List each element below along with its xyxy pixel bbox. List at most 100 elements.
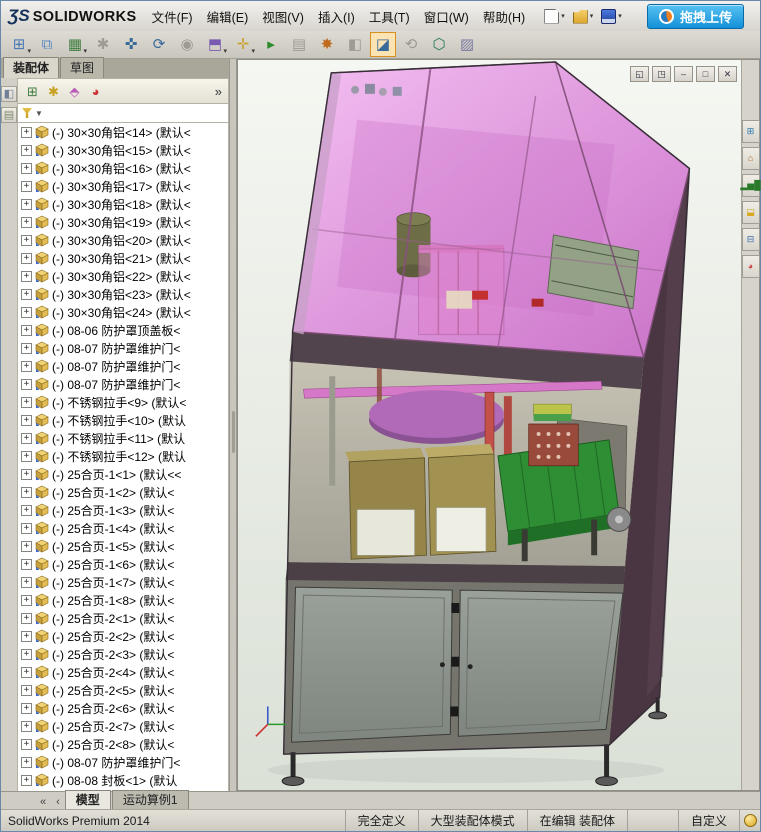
machine-model[interactable] xyxy=(281,61,691,787)
expand-icon[interactable]: + xyxy=(21,612,32,624)
tree-item[interactable]: + (-) 25合页-1<7> (默认< xyxy=(18,573,228,591)
tree-item[interactable]: + (-) 25合页-2<6> (默认< xyxy=(18,699,228,717)
dropdown-caret-icon[interactable]: ▾ xyxy=(251,47,255,55)
tree-item[interactable]: + (-) 25合页-1<6> (默认< xyxy=(18,555,228,573)
file-explorer-icon[interactable]: ⬓ xyxy=(741,201,760,224)
tree-item[interactable]: + (-) 30×30角铝<14> (默认< xyxy=(18,123,228,141)
appearances-icon[interactable]: ◕ xyxy=(741,255,760,278)
design-library-icon[interactable]: ⌂ xyxy=(741,147,760,170)
expand-icon[interactable]: + xyxy=(21,774,32,786)
menu-item[interactable]: 工具(T) xyxy=(362,3,417,30)
menu-item[interactable]: 帮助(H) xyxy=(476,3,532,30)
dropdown-caret-icon[interactable]: ▾ xyxy=(590,12,594,20)
tree-item[interactable]: + (-) 30×30角铝<23> (默认< xyxy=(18,285,228,303)
splitter-grip[interactable] xyxy=(232,411,235,453)
displaymanager-icon[interactable]: ◕ xyxy=(85,81,106,101)
tree-item[interactable]: + (-) 不锈钢拉手<10> (默认 xyxy=(18,411,228,429)
expand-icon[interactable]: + xyxy=(21,432,32,444)
expand-icon[interactable]: + xyxy=(21,396,32,408)
study-nav-button[interactable]: ‹ xyxy=(51,796,65,809)
filter-field[interactable] xyxy=(45,107,224,119)
expand-icon[interactable]: + xyxy=(21,594,32,606)
menu-item[interactable]: 编辑(E) xyxy=(200,3,256,30)
linear-component-pattern-icon[interactable]: ▦ ▾ xyxy=(62,32,88,57)
assembly-features-icon[interactable]: ⬒ ▾ xyxy=(202,32,228,57)
expand-icon[interactable]: + xyxy=(21,162,32,174)
instant3d-icon[interactable]: ◧ xyxy=(342,32,368,57)
bill-of-materials-icon[interactable]: ▤ xyxy=(286,32,312,57)
tree-item[interactable]: + (-) 25合页-2<1> (默认< xyxy=(18,609,228,627)
expand-icon[interactable]: + xyxy=(21,684,32,696)
expand-icon[interactable]: + xyxy=(21,360,32,372)
tree-item[interactable]: + (-) 08-07 防护罩维护门< xyxy=(18,375,228,393)
menu-item[interactable]: 视图(V) xyxy=(255,3,311,30)
next-window-icon[interactable]: ◳ xyxy=(652,66,671,82)
new-document-icon[interactable]: ▾ xyxy=(542,7,567,26)
expand-icon[interactable]: + xyxy=(21,234,32,246)
restore-button[interactable]: □ xyxy=(696,66,715,82)
expand-icon[interactable]: + xyxy=(21,756,32,768)
dropdown-caret-icon[interactable]: ▾ xyxy=(561,12,565,20)
dropdown-caret-icon[interactable]: ▾ xyxy=(83,47,87,55)
tree-item[interactable]: + (-) 25合页-1<8> (默认< xyxy=(18,591,228,609)
mate-icon[interactable]: ⧉ xyxy=(34,32,60,57)
expand-icon[interactable]: + xyxy=(21,504,32,516)
dropdown-caret-icon[interactable]: ▾ xyxy=(618,12,622,20)
tree-item[interactable]: + (-) 25合页-1<1> (默认<< xyxy=(18,465,228,483)
tree-item[interactable]: + (-) 08-07 防护罩维护门< xyxy=(18,339,228,357)
study-nav-button[interactable]: « xyxy=(35,796,51,809)
tree-item[interactable]: + (-) 30×30角铝<19> (默认< xyxy=(18,213,228,231)
filter-caret-icon[interactable]: ▼ xyxy=(35,109,43,118)
expand-icon[interactable]: + xyxy=(21,630,32,642)
close-button[interactable]: ✕ xyxy=(718,66,737,82)
menu-item[interactable]: 插入(I) xyxy=(311,3,362,30)
collapse-pane-icon[interactable]: ◧ xyxy=(1,86,17,102)
expand-icon[interactable]: + xyxy=(21,324,32,336)
tree-item[interactable]: + (-) 30×30角铝<15> (默认< xyxy=(18,141,228,159)
cabinet-door-right[interactable] xyxy=(457,589,624,737)
dropdown-caret-icon[interactable]: ▾ xyxy=(223,47,227,55)
section-view-icon[interactable]: ◪ xyxy=(370,32,396,57)
reference-geometry-icon[interactable]: ✛ ▾ xyxy=(230,32,256,57)
tree-item[interactable]: + (-) 25合页-1<5> (默认< xyxy=(18,537,228,555)
expand-icon[interactable]: + xyxy=(21,216,32,228)
save-icon[interactable]: ▾ xyxy=(599,7,624,26)
tree-item[interactable]: + (-) 25合页-1<2> (默认< xyxy=(18,483,228,501)
tree-item[interactable]: + (-) 25合页-1<4> (默认< xyxy=(18,519,228,537)
tree-item[interactable]: + (-) 30×30角铝<24> (默认< xyxy=(18,303,228,321)
view-palette-icon[interactable]: ⊟ xyxy=(741,228,760,251)
expand-icon[interactable]: + xyxy=(21,558,32,570)
tree-item[interactable]: + (-) 25合页-2<4> (默认< xyxy=(18,663,228,681)
tree-item[interactable]: + (-) 08-08 封板<1> (默认 xyxy=(18,771,228,789)
tab-运动算例1[interactable]: 运动算例1 xyxy=(111,790,189,809)
tab-模型[interactable]: 模型 xyxy=(64,790,111,809)
smart-fasteners-icon[interactable]: ✱ xyxy=(90,32,116,57)
panel-splitter[interactable] xyxy=(229,59,237,791)
tab-草图[interactable]: 草图 xyxy=(60,57,105,78)
pin-pane-icon[interactable]: ▤ xyxy=(1,107,17,123)
expand-icon[interactable]: + xyxy=(21,252,32,264)
expand-icon[interactable]: + xyxy=(21,450,32,462)
update-assembly-icon[interactable]: ⟲ xyxy=(398,32,424,57)
expand-icon[interactable]: + xyxy=(21,144,32,156)
new-motion-study-icon[interactable]: ▸ xyxy=(258,32,284,57)
expand-icon[interactable]: + xyxy=(21,666,32,678)
status-cell[interactable]: 自定义 xyxy=(677,810,739,831)
tree-item[interactable]: + (-) 25合页-2<8> (默认< xyxy=(18,735,228,753)
tree-item[interactable]: + (-) 08-06 防护罩顶盖板< xyxy=(18,321,228,339)
tree-item[interactable]: + (-) 25合页-2<7> (默认< xyxy=(18,717,228,735)
expand-icon[interactable]: + xyxy=(21,576,32,588)
expand-icon[interactable]: + xyxy=(21,306,32,318)
expand-icon[interactable]: + xyxy=(21,486,32,498)
tree-item[interactable]: + (-) 30×30角铝<16> (默认< xyxy=(18,159,228,177)
previous-window-icon[interactable]: ◱ xyxy=(630,66,649,82)
tree-item[interactable]: + (-) 30×30角铝<17> (默认< xyxy=(18,177,228,195)
tree-item[interactable]: + (-) 不锈钢拉手<12> (默认 xyxy=(18,447,228,465)
expand-icon[interactable]: + xyxy=(21,720,32,732)
tree-item[interactable]: + (-) 30×30角铝<18> (默认< xyxy=(18,195,228,213)
quick-tips-icon[interactable] xyxy=(739,810,760,831)
tab-装配体[interactable]: 装配体 xyxy=(3,57,60,78)
expand-icon[interactable]: + xyxy=(21,288,32,300)
expand-icon[interactable]: + xyxy=(21,738,32,750)
menu-item[interactable]: 窗口(W) xyxy=(417,3,476,30)
